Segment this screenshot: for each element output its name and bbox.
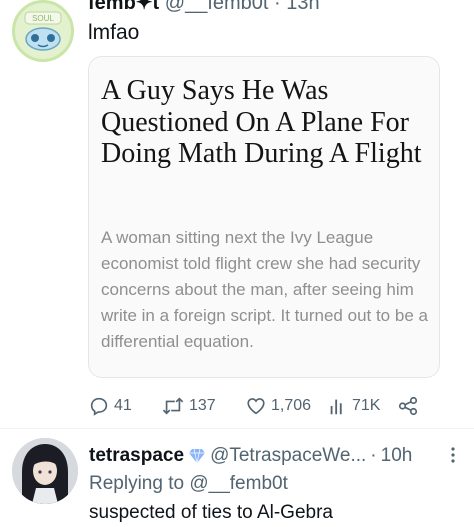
avatar-portrait-icon (12, 438, 78, 504)
heart-icon (247, 398, 265, 415)
separator-dot: · (370, 445, 377, 466)
tweet-action-bar: 41 137 1,706 71K (88, 394, 448, 418)
blue-diamond-icon (189, 448, 206, 464)
tweet-header: tetraspace @TetraspaceWe... · 10h (89, 444, 412, 468)
retweet-button[interactable]: 137 (161, 394, 216, 418)
timestamp[interactable]: 10h (381, 444, 413, 468)
separator-dot: · (274, 0, 281, 14)
avatar[interactable] (12, 438, 78, 504)
like-count: 1,706 (271, 397, 312, 414)
reply-count: 41 (114, 397, 132, 414)
tweet-text: lmfao (88, 21, 140, 44)
share-icon (398, 396, 418, 416)
avatar-label: SOUL (32, 14, 54, 23)
timestamp[interactable]: 13h (286, 0, 319, 14)
tweet-header: femb✦t @__femb0t · 13h (88, 0, 320, 15)
retweet-icon (162, 397, 184, 415)
display-name[interactable]: tetraspace (89, 444, 184, 468)
reply-icon (90, 397, 108, 416)
article-headline: A Guy Says He Was Questioned On A Plane … (101, 75, 422, 169)
display-name[interactable]: femb✦t (88, 0, 159, 14)
article-summary: A woman sitting next the Ivy League econ… (101, 228, 428, 351)
views-button[interactable]: 71K (328, 394, 380, 418)
reply-button[interactable]: 41 (88, 394, 132, 418)
views-bar-chart-icon (330, 399, 342, 415)
tweet-reply[interactable]: tetraspace @TetraspaceWe... · 10h Replyi… (0, 428, 474, 527)
tweet-original[interactable]: SOUL femb✦t @__femb0t · 13h lmfao A Guy … (0, 0, 474, 428)
quoted-article-card[interactable]: A Guy Says He Was Questioned On A Plane … (88, 56, 440, 378)
replying-to-line: Replying to @__femb0t (89, 472, 288, 496)
divider (0, 428, 474, 429)
avatar[interactable]: SOUL (12, 0, 74, 62)
replying-to-label: Replying to (89, 473, 185, 494)
handle[interactable]: @__femb0t (165, 0, 269, 14)
view-count: 71K (352, 397, 381, 414)
like-button[interactable]: 1,706 (245, 394, 311, 418)
tweet-text: suspected of ties to Al-Gebra (89, 502, 333, 523)
share-button[interactable] (397, 394, 419, 418)
replying-to-handle[interactable]: @__femb0t (189, 473, 288, 494)
retweet-count: 137 (189, 397, 216, 414)
more-options-icon[interactable] (450, 446, 456, 464)
avatar-art-icon: SOUL (15, 3, 71, 59)
handle[interactable]: @TetraspaceWe... (210, 444, 366, 468)
